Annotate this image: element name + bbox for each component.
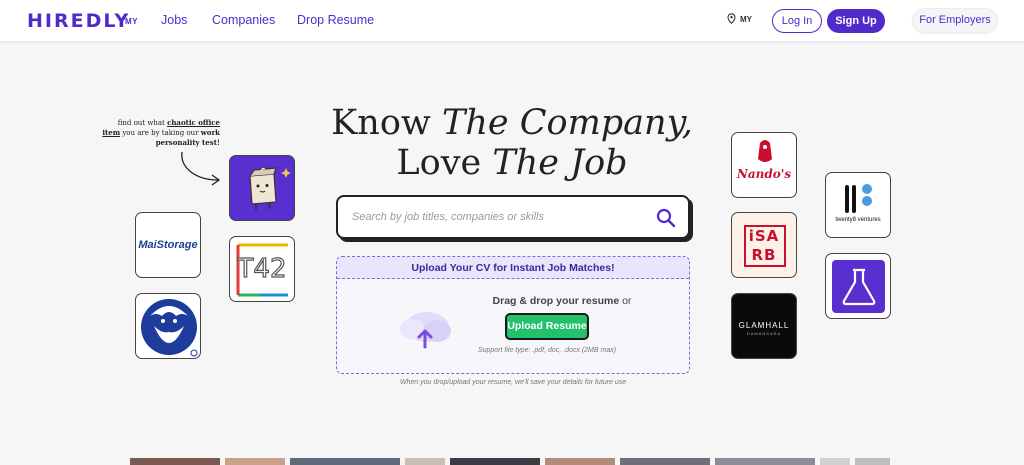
company-tile-lab-flask[interactable]: [825, 253, 891, 319]
search-input[interactable]: [352, 208, 642, 226]
curved-arrow-icon: [181, 151, 221, 186]
cloud-upload-icon: [400, 312, 451, 349]
company-tile-isarb[interactable]: iSA RB: [731, 212, 797, 278]
flask-icon: [842, 268, 876, 306]
company-tile-t42[interactable]: T42: [229, 236, 295, 302]
bearded-man-logo-icon: [141, 299, 198, 357]
company-tile-maistorage[interactable]: MaiStorage: [135, 212, 201, 278]
hero-title-line1: Know The Company,: [331, 103, 693, 143]
personality-test-note: find out what chaotic office item you ar…: [102, 118, 220, 147]
job-search-bar: [336, 195, 690, 239]
supported-file-types: Support file type: .pdf, doc, .docx (2MB…: [477, 347, 617, 354]
tissue-box-character-icon: [249, 166, 291, 210]
signup-button[interactable]: Sign Up: [827, 9, 885, 33]
nandos-rooster-icon: [758, 140, 772, 162]
personality-test-tile[interactable]: [229, 155, 295, 221]
login-button[interactable]: Log In: [772, 9, 822, 33]
twenty8-ventures-logo-icon: [845, 184, 872, 213]
for-employers-button[interactable]: For Employers: [912, 8, 998, 33]
logo-country-suffix: MY: [125, 17, 138, 26]
nav-companies[interactable]: Companies: [212, 13, 275, 27]
nav-drop-resume[interactable]: Drop Resume: [297, 13, 374, 27]
company-tile-glamhall[interactable]: GLAMHALL DAMANSARA: [731, 293, 797, 359]
company-tile-nandos[interactable]: Nando's: [731, 132, 797, 198]
resume-dropzone[interactable]: Upload Your CV for Instant Job Matches! …: [336, 256, 690, 374]
company-tile-sage-logo[interactable]: [135, 293, 201, 359]
top-navbar: HIREDLY MY Jobs Companies Drop Resume MY…: [0, 0, 1024, 42]
hero-title-line2: Love The Job: [396, 143, 628, 183]
search-icon[interactable]: [656, 208, 676, 228]
company-tile-twenty8-ventures[interactable]: twenty8 ventures: [825, 172, 891, 238]
upload-resume-button[interactable]: Upload Resume: [505, 313, 589, 340]
upload-header: Upload Your CV for Instant Job Matches!: [337, 257, 689, 279]
nav-jobs[interactable]: Jobs: [161, 13, 187, 27]
hiredly-logo[interactable]: HIREDLY: [27, 10, 130, 32]
drag-drop-text: Drag & drop your resume or: [492, 295, 632, 307]
location-pin-icon: [727, 13, 736, 24]
photo-carousel-strip: [130, 458, 890, 465]
country-code: MY: [740, 15, 752, 24]
save-details-note: When you drop/upload your resume, we'll …: [399, 379, 627, 386]
